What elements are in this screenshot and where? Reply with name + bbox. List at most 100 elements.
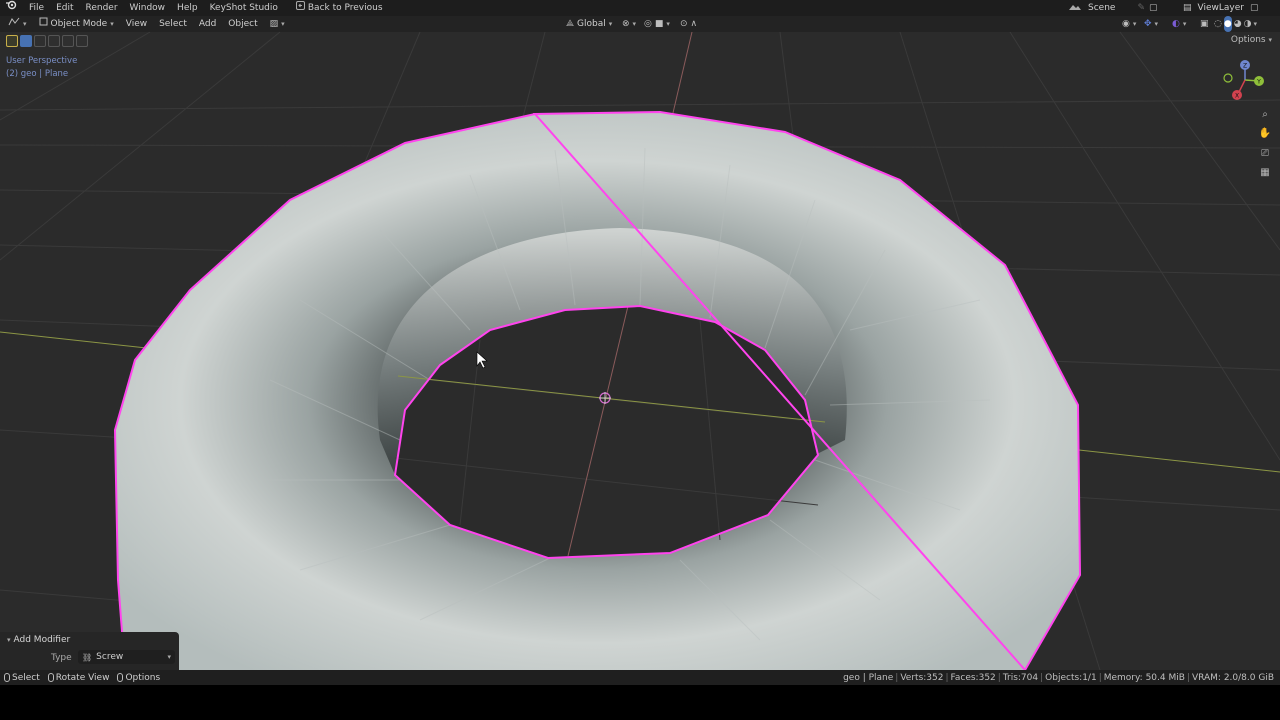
hint-select-label: Select bbox=[12, 672, 40, 683]
menu-select[interactable]: Select bbox=[153, 16, 193, 32]
chevron-down-icon: ▾ bbox=[1154, 20, 1159, 28]
wireframe-shading-icon[interactable]: ◌ bbox=[1214, 16, 1222, 32]
editor-type-icon bbox=[8, 16, 20, 32]
overlay-toggle[interactable]: ◐ ▾ bbox=[1166, 16, 1192, 32]
scene-selector[interactable]: Scene ✎ ▢ bbox=[1068, 0, 1158, 16]
menu-window[interactable]: Window bbox=[124, 0, 172, 16]
select-invert-icon[interactable] bbox=[62, 35, 74, 47]
material-shading-icon[interactable]: ◕ bbox=[1234, 16, 1242, 32]
menu-keyshot-studio[interactable]: KeyShot Studio bbox=[204, 0, 284, 16]
view-layer-selector[interactable]: ▤ ViewLayer ▢ bbox=[1183, 0, 1258, 16]
snap-selector[interactable]: ◎ ■ ▾ bbox=[638, 16, 676, 32]
back-to-previous-button[interactable]: Back to Previous bbox=[290, 0, 389, 16]
copy-scene-icon[interactable]: ▢ bbox=[1149, 3, 1158, 13]
chevron-down-icon: ▾ bbox=[7, 636, 11, 644]
zoom-icon[interactable]: ⌕ bbox=[1258, 108, 1272, 122]
viewport-scene bbox=[0, 31, 1280, 670]
type-label: Type bbox=[51, 653, 72, 663]
mode-selector[interactable]: Object Mode ▾ bbox=[33, 16, 120, 32]
add-modifier-panel: ▾ Add Modifier Type ⛓ Screw ▾ bbox=[0, 632, 179, 670]
chevron-down-icon: ▾ bbox=[1132, 20, 1137, 28]
view-name: User Perspective bbox=[6, 56, 78, 66]
gizmo-z-label: Z bbox=[1243, 63, 1247, 70]
hint-options-label: Options bbox=[125, 672, 161, 683]
chevron-down-icon: ▾ bbox=[666, 20, 670, 28]
overlay-icon: ◐ bbox=[1172, 19, 1180, 29]
menu-object[interactable]: Object bbox=[222, 16, 263, 32]
mode-label: Object Mode bbox=[50, 19, 108, 29]
chevron-down-icon: ▾ bbox=[632, 20, 637, 28]
menu-add[interactable]: Add bbox=[193, 16, 222, 32]
proportional-edit-icon: ⊙ bbox=[680, 19, 688, 29]
editor-type-selector[interactable]: ▾ bbox=[0, 16, 33, 32]
hint-rotate-label: Rotate View bbox=[55, 672, 110, 683]
shading-modes[interactable]: ◌ ● ◕ ◑ ▾ bbox=[1208, 16, 1263, 32]
stat-objects: Objects:1/1 bbox=[1045, 672, 1097, 683]
back-arrow-icon bbox=[295, 0, 305, 16]
stat-tris: Tris:704 bbox=[1002, 672, 1039, 683]
options-label: Options bbox=[1230, 35, 1266, 45]
hint-options: Options bbox=[113, 673, 164, 683]
gizmo-neg-y[interactable] bbox=[1223, 73, 1233, 83]
stat-memory: Memory: 50.4 MiB bbox=[1103, 672, 1185, 683]
solid-shading-icon[interactable]: ● bbox=[1223, 16, 1232, 32]
menu-help[interactable]: Help bbox=[171, 0, 204, 16]
scene-icon bbox=[1068, 2, 1082, 15]
extra-menu-selector[interactable]: ▨ ▾ bbox=[264, 16, 291, 32]
pan-hand-icon[interactable]: ✋ bbox=[1258, 127, 1272, 141]
select-new-icon[interactable] bbox=[20, 35, 32, 47]
chevron-down-icon: ▾ bbox=[1253, 20, 1257, 28]
options-dropdown[interactable]: Options ▾ bbox=[1231, 35, 1272, 45]
hint-select: Select bbox=[0, 673, 44, 683]
pivot-icon: ⊗ bbox=[622, 19, 630, 29]
pin-icon[interactable]: ✎ bbox=[1137, 3, 1145, 13]
screw-modifier-icon: ⛓ bbox=[82, 652, 93, 662]
transform-orientation-selector[interactable]: ⟁ Global ▾ bbox=[560, 16, 618, 32]
blender-logo-icon[interactable] bbox=[0, 0, 23, 16]
copy-layer-icon[interactable]: ▢ bbox=[1250, 3, 1259, 13]
gizmo-toggle[interactable]: ✥ ▾ bbox=[1138, 16, 1164, 32]
chevron-down-icon: ▾ bbox=[167, 653, 171, 661]
snap-target-icon: ■ bbox=[654, 19, 664, 29]
edit-icon: ▨ bbox=[269, 19, 279, 29]
select-subtract-icon[interactable] bbox=[48, 35, 60, 47]
modifier-type-dropdown[interactable]: ⛓ Screw ▾ bbox=[78, 650, 175, 664]
stat-faces: Faces:352 bbox=[950, 672, 996, 683]
hint-rotate-view: Rotate View bbox=[44, 673, 114, 683]
ortho-grid-icon[interactable]: ▦ bbox=[1258, 166, 1272, 180]
mouse-middle-icon bbox=[47, 673, 54, 682]
navigation-gizmo[interactable]: Z Y X bbox=[1218, 58, 1268, 102]
back-to-previous-label: Back to Previous bbox=[307, 3, 383, 13]
menu-view[interactable]: View bbox=[120, 16, 153, 32]
modifier-type-value: Screw bbox=[96, 652, 124, 662]
3d-viewport[interactable] bbox=[0, 16, 1280, 670]
transform-orientation-label: Global bbox=[577, 19, 606, 29]
object-info: (2) geo | Plane bbox=[6, 69, 69, 79]
letterbox-band bbox=[0, 685, 1280, 720]
chevron-down-icon: ▾ bbox=[1268, 36, 1272, 44]
proportional-edit-selector[interactable]: ⊙ ∧ bbox=[674, 16, 703, 32]
orientation-icon: ⟁ bbox=[566, 19, 575, 29]
chevron-down-icon: ▾ bbox=[1182, 20, 1187, 28]
viewport-info: User Perspective (2) geo | Plane bbox=[6, 55, 77, 81]
select-tool-row bbox=[6, 34, 88, 48]
stat-vram: VRAM: 2.0/8.0 GiB bbox=[1191, 672, 1274, 683]
torus-object[interactable] bbox=[113, 110, 1082, 670]
select-intersect-icon[interactable] bbox=[76, 35, 88, 47]
view-layer-name: ViewLayer bbox=[1197, 3, 1244, 13]
menu-render[interactable]: Render bbox=[80, 0, 124, 16]
gizmo-y-label: Y bbox=[1256, 79, 1261, 86]
select-extend-icon[interactable] bbox=[34, 35, 46, 47]
status-bar: Select Rotate View Options geo | Plane | … bbox=[0, 670, 1280, 685]
select-tool-icon[interactable] bbox=[6, 35, 18, 47]
chevron-down-icon: ▾ bbox=[608, 20, 613, 28]
viewport-header: ▾ Object Mode ▾ View Select Add Object ▨… bbox=[0, 16, 1280, 32]
falloff-icon: ∧ bbox=[690, 19, 698, 29]
rendered-shading-icon[interactable]: ◑ bbox=[1244, 16, 1252, 32]
menu-file[interactable]: File bbox=[23, 0, 50, 16]
menu-edit[interactable]: Edit bbox=[50, 0, 79, 16]
camera-view-icon[interactable]: ⎚ bbox=[1258, 147, 1272, 161]
stat-object: geo | Plane bbox=[843, 672, 894, 683]
add-modifier-header[interactable]: ▾ Add Modifier bbox=[7, 635, 70, 645]
eye-icon: ◉ bbox=[1122, 19, 1130, 29]
